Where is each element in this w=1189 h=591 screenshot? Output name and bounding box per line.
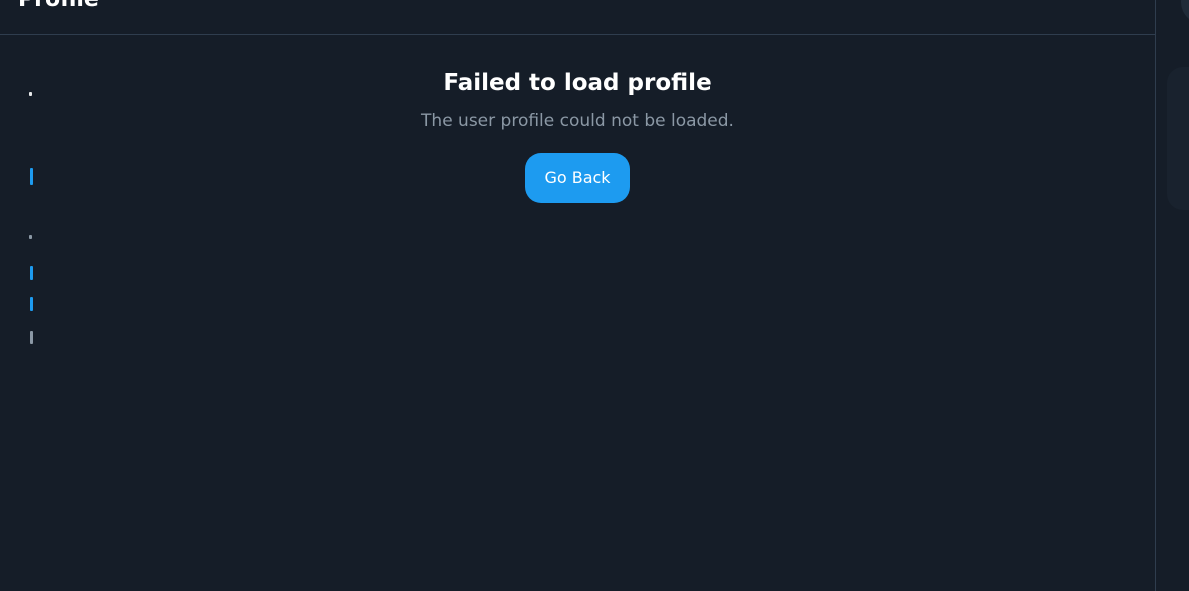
right-sidebar (1157, 0, 1189, 591)
page-title: Profile (18, 0, 99, 14)
error-panel: Failed to load profile The user profile … (0, 35, 1155, 203)
sidebar-text-fragment (30, 331, 33, 344)
sidebar-text-fragment (29, 235, 32, 239)
error-message: The user profile could not be loaded. (421, 111, 734, 131)
sidebar-link-fragment[interactable] (30, 297, 33, 311)
sidebar-text-fragment (29, 92, 32, 96)
sidebar-card (1167, 67, 1189, 210)
go-back-button[interactable]: Go Back (525, 153, 630, 203)
app-window: Profile Failed to load profile The user … (0, 0, 1189, 591)
page-header: Profile (0, 0, 1155, 35)
main-column: Profile Failed to load profile The user … (0, 0, 1156, 591)
sidebar-link-fragment[interactable] (30, 168, 33, 185)
error-title: Failed to load profile (443, 70, 712, 96)
sidebar-link-fragment[interactable] (30, 266, 33, 280)
sidebar-search-box[interactable] (1181, 0, 1189, 24)
